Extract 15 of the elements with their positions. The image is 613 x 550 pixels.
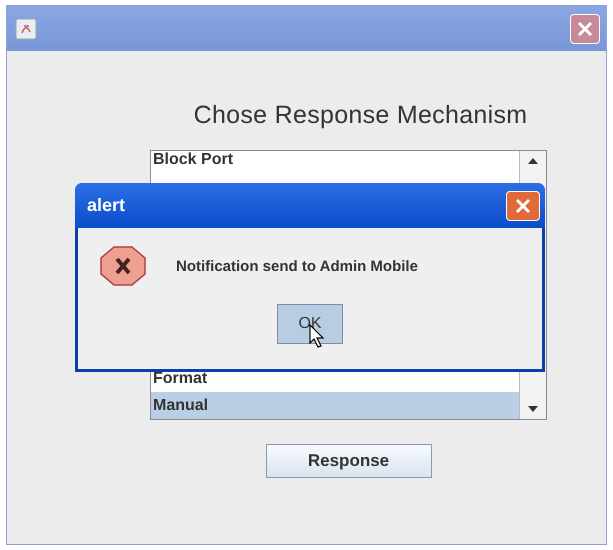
error-icon [100,246,146,286]
alert-message: Notification send to Admin Mobile [176,258,418,274]
dialog-title: alert [87,195,126,216]
scroll-down-icon[interactable] [528,406,538,412]
close-button[interactable] [570,14,600,44]
close-icon [576,20,594,38]
list-item[interactable]: Manual [151,392,519,419]
heading: Chose Response Mechanism [194,101,528,130]
ok-button[interactable]: OK [277,304,343,344]
app-icon [15,18,37,40]
close-icon [514,196,532,214]
response-button[interactable]: Response [266,444,432,478]
scroll-up-icon[interactable] [528,158,538,164]
list-item[interactable]: Block Port [151,151,519,171]
close-button[interactable] [506,190,540,220]
